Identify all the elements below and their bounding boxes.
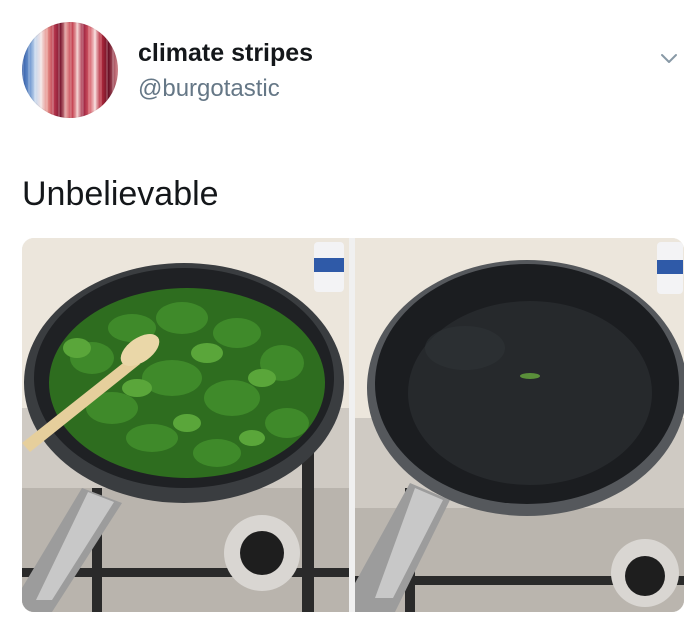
chevron-down-icon[interactable] (660, 52, 678, 66)
tweet-card: climate stripes @burgotastic Unbelievabl… (0, 0, 700, 641)
pan-with-spinach-photo[interactable] (22, 238, 349, 612)
display-name[interactable]: climate stripes (138, 38, 313, 68)
avatar[interactable] (22, 22, 118, 118)
empty-pan-photo[interactable] (355, 238, 684, 612)
media-grid (22, 238, 684, 612)
tweet-text: Unbelievable (22, 175, 219, 213)
climate-stripes-pattern (22, 22, 118, 118)
user-handle[interactable]: @burgotastic (138, 74, 280, 104)
